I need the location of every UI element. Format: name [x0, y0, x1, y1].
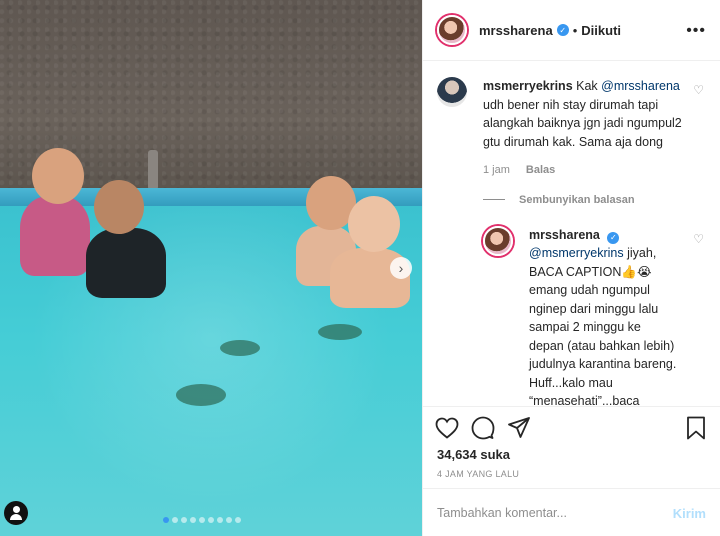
chevron-right-icon[interactable]: ›	[390, 257, 412, 279]
carousel-dot	[208, 517, 214, 523]
comment-meta: 1 jam Balas	[483, 161, 683, 180]
reply-author-avatar[interactable]	[483, 225, 513, 256]
following-button[interactable]: Diikuti	[581, 23, 621, 38]
carousel-dot	[172, 517, 178, 523]
reply-button[interactable]: Balas	[526, 161, 555, 180]
reply-like-heart-icon[interactable]: ♡	[693, 232, 704, 246]
reply-item: mrssharena ✓ @msmerryekrins jiyah, BACA …	[483, 225, 704, 407]
comment-item: msmerryekrins Kak @mrssharena udh bener …	[437, 77, 704, 180]
verified-badge-icon: ✓	[607, 231, 620, 244]
reply-body: mrssharena ✓ @msmerryekrins jiyah, BACA …	[529, 226, 679, 407]
carousel-dot	[217, 517, 223, 523]
comment-input[interactable]	[437, 506, 673, 520]
comment-text: udh bener nih stay dirumah tapi alangkah…	[483, 97, 682, 149]
add-comment-bar: Kirim	[423, 488, 720, 536]
heart-icon[interactable]	[435, 417, 459, 439]
photo-pool-toy	[318, 324, 362, 340]
ellipsis-icon[interactable]: •••	[686, 22, 706, 40]
user-tag-icon[interactable]	[4, 501, 28, 525]
carousel-dot	[181, 517, 187, 523]
hide-replies-label: Sembunyikan balasan	[519, 193, 635, 206]
post-photo[interactable]: ›	[0, 0, 422, 536]
author-avatar[interactable]	[437, 15, 467, 45]
commenter-username[interactable]: msmerryekrins	[483, 79, 573, 93]
post-side-panel: mrssharena ✓ • Diikuti ••• msmerryekrins…	[422, 0, 720, 536]
verified-badge-icon: ✓	[556, 24, 569, 36]
comment-like-heart-icon[interactable]: ♡	[693, 83, 704, 97]
likes-count[interactable]: 34,634 suka	[423, 443, 720, 462]
carousel-dot	[199, 517, 205, 523]
comment-mention[interactable]: @mrssharena	[601, 79, 680, 93]
comments-list[interactable]: msmerryekrins Kak @mrssharena udh bener …	[423, 61, 720, 406]
reply-mention[interactable]: @msmerryekrins	[529, 246, 624, 260]
photo-faucet	[148, 150, 158, 190]
action-icons	[423, 407, 720, 443]
share-icon[interactable]	[507, 416, 531, 440]
divider-line	[483, 199, 505, 200]
instagram-post-view: › mrssharena ✓ • Diikuti ••• msmerryekri…	[0, 0, 720, 536]
carousel-dots	[163, 517, 241, 523]
comment-time[interactable]: 1 jam	[483, 161, 510, 180]
comment-body: msmerryekrins Kak @mrssharena udh bener …	[483, 77, 683, 180]
hide-replies-button[interactable]: Sembunyikan balasan	[483, 194, 704, 206]
comment-prefix: Kak	[576, 79, 602, 93]
commenter-avatar[interactable]	[437, 77, 467, 107]
carousel-dot	[235, 517, 241, 523]
post-comment-button[interactable]: Kirim	[673, 506, 706, 521]
author-username[interactable]: mrssharena	[479, 23, 553, 38]
carousel-dot	[190, 517, 196, 523]
comment-icon[interactable]	[471, 416, 495, 440]
post-actions: 34,634 suka 4 JAM YANG LALU Kirim	[423, 406, 720, 536]
reply-username[interactable]: mrssharena	[529, 228, 600, 242]
bookmark-icon[interactable]	[686, 416, 706, 440]
photo-pool-toy	[176, 384, 226, 406]
header-separator: •	[572, 22, 578, 38]
carousel-dot	[226, 517, 232, 523]
post-header: mrssharena ✓ • Diikuti •••	[423, 0, 720, 61]
reply-text: jiyah, BACA CAPTION👍😭 emang udah ngumpul…	[529, 246, 677, 406]
post-timestamp[interactable]: 4 JAM YANG LALU	[423, 462, 720, 479]
carousel-dot	[163, 517, 169, 523]
photo-pool-toy	[220, 340, 260, 356]
